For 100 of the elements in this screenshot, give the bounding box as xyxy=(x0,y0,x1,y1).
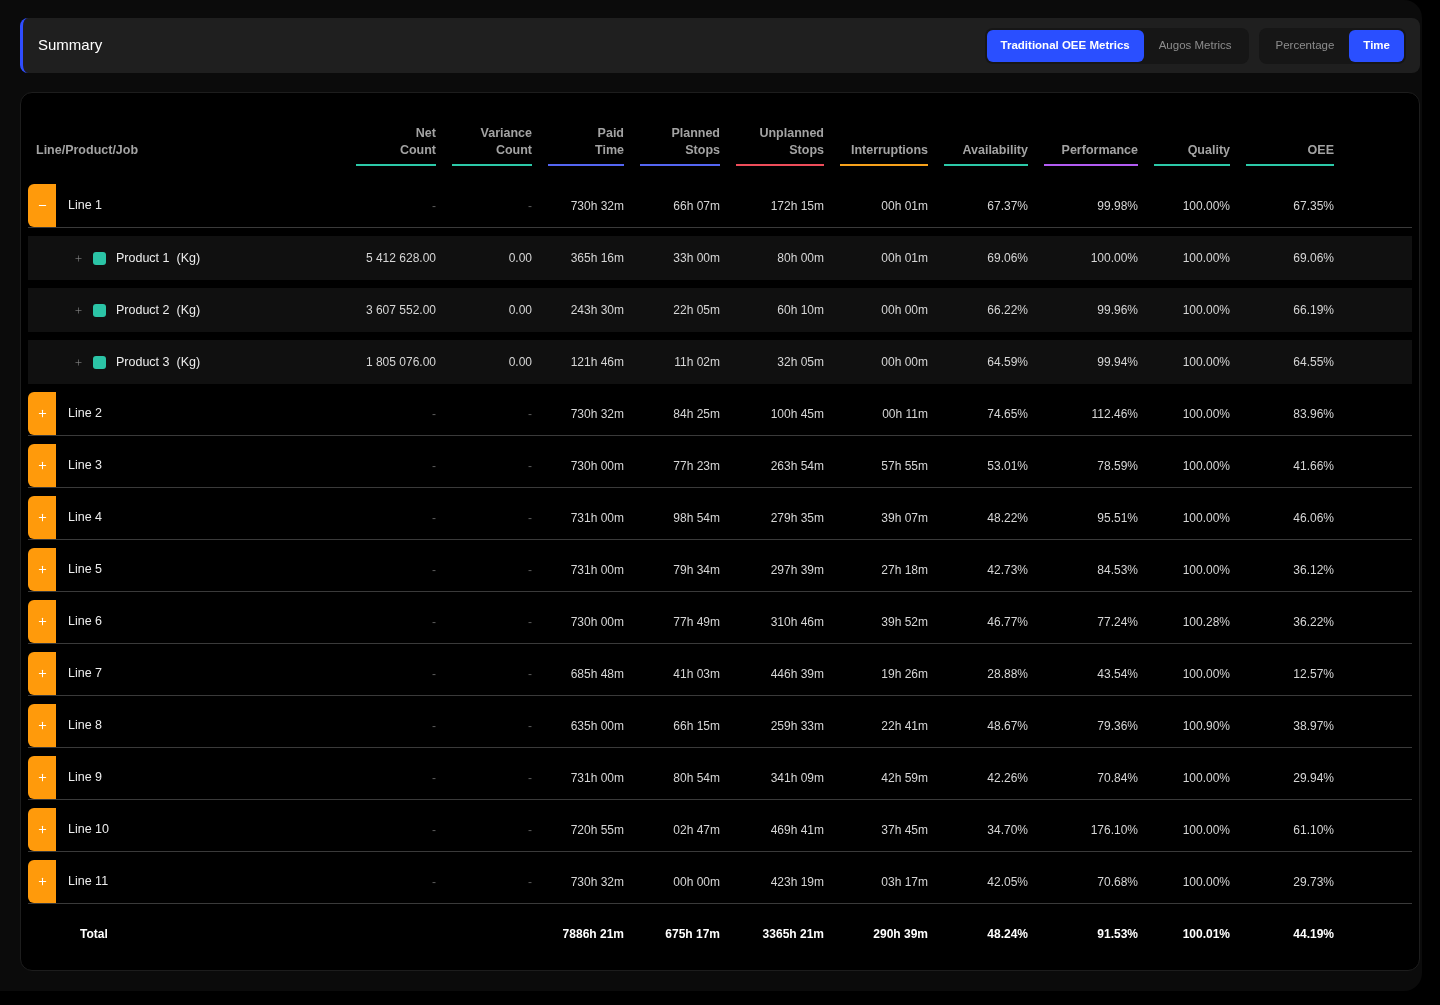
table-cell-text: 00h 00m xyxy=(880,302,928,319)
expand-toggle[interactable] xyxy=(28,756,56,799)
table-cell-text: 176.10% xyxy=(1089,821,1138,839)
table-cell-text: 100.00% xyxy=(1181,561,1230,579)
table-cell-text: - xyxy=(527,821,532,839)
segment-tab[interactable]: Percentage xyxy=(1260,29,1350,62)
table-cell-text: 100h 45m xyxy=(769,405,824,423)
table-cell-text: 1 805 076.00 xyxy=(364,354,436,371)
swatch-icon xyxy=(93,303,106,317)
line-name: Line 11 xyxy=(68,873,109,891)
table-cell-text: 7886h 21m xyxy=(561,926,624,943)
expand-toggle[interactable] xyxy=(28,652,56,695)
expand-toggle[interactable] xyxy=(73,357,83,367)
table-cell-text: 3365h 21m xyxy=(761,926,824,943)
segment-tab[interactable]: Augos Metrics xyxy=(1143,29,1247,62)
table-cell-text: 100.00% xyxy=(1181,354,1230,371)
table-cell-text: 27h 18m xyxy=(880,561,928,579)
plus-icon xyxy=(36,876,48,887)
column-header: Performance xyxy=(1061,142,1138,159)
expand-toggle[interactable] xyxy=(28,496,56,539)
table-cell-text: 61.10% xyxy=(1292,821,1334,839)
table-cell-text: - xyxy=(527,873,532,891)
plus-icon xyxy=(36,512,48,523)
table-cell-text: 69.06% xyxy=(986,250,1028,267)
table-cell-text: 731h 00m xyxy=(569,769,624,787)
table-cell-text: 37h 45m xyxy=(880,821,928,839)
table-cell-text: 42.26% xyxy=(986,769,1028,787)
table-cell-text: 53.01% xyxy=(986,457,1028,475)
table-cell-text: 80h 00m xyxy=(776,250,824,267)
expand-toggle[interactable] xyxy=(28,704,56,747)
expand-toggle[interactable] xyxy=(28,392,56,435)
expand-toggle[interactable] xyxy=(28,600,56,643)
swatch-icon xyxy=(93,251,106,265)
plus-icon xyxy=(36,668,48,679)
table-cell-text: 100.00% xyxy=(1181,665,1230,683)
table-cell-text: 38.97% xyxy=(1292,717,1334,735)
product-name: Product 1 xyxy=(116,249,170,267)
line-name: Line 4 xyxy=(68,509,103,527)
table-cell-text: 0.00 xyxy=(507,302,532,319)
table-cell-text: 74.65% xyxy=(986,405,1028,423)
table-cell-text: 720h 55m xyxy=(569,821,624,839)
table-cell-text: 33h 00m xyxy=(672,250,720,267)
table-cell-text: 03h 17m xyxy=(880,873,928,891)
table-cell-text: 29.94% xyxy=(1292,769,1334,787)
segment-tab[interactable]: Time xyxy=(1349,29,1404,62)
table-cell-text: 60h 10m xyxy=(776,302,824,319)
table-cell-text: 02h 47m xyxy=(672,821,720,839)
table-cell-text: - xyxy=(527,405,532,423)
table-cell-text: 46.06% xyxy=(1292,509,1334,527)
table-cell-text: 00h 11m xyxy=(881,405,928,423)
table-cell-text: - xyxy=(431,561,436,579)
table-cell-text: 100.00% xyxy=(1089,250,1138,267)
table-cell-text: 100.00% xyxy=(1181,769,1230,787)
table-cell-text: - xyxy=(431,665,436,683)
expand-toggle[interactable] xyxy=(28,860,56,903)
table-cell-text: 39h 52m xyxy=(880,613,928,631)
expand-toggle[interactable] xyxy=(28,444,56,487)
column-header: Planned Stops xyxy=(671,125,720,159)
plus-icon xyxy=(36,408,48,419)
expand-toggle[interactable] xyxy=(73,305,83,315)
table-cell-text: - xyxy=(527,561,532,579)
table-cell-text: - xyxy=(431,717,436,735)
table-cell-text: 121h 46m xyxy=(569,354,624,371)
column-header: Interruptions xyxy=(850,142,928,159)
table-cell-text: - xyxy=(527,769,532,787)
table-cell-text: 44.19% xyxy=(1292,926,1334,943)
page-title: Summary xyxy=(38,35,103,56)
table-cell-text: - xyxy=(527,717,532,735)
plus-icon xyxy=(73,253,83,263)
table-cell-text: 70.68% xyxy=(1096,873,1138,891)
unit-label: (Kg) xyxy=(176,301,201,319)
expand-toggle[interactable] xyxy=(73,253,83,263)
table-cell-text: - xyxy=(431,457,436,475)
column-header: Paid Time xyxy=(595,125,624,159)
table-cell-text: 48.22% xyxy=(986,509,1028,527)
table-cell-text: 172h 15m xyxy=(769,197,824,215)
table-cell-text: 66.19% xyxy=(1292,302,1334,319)
segment-tab[interactable]: Traditional OEE Metrics xyxy=(986,29,1144,62)
table-cell-text: 70.84% xyxy=(1096,769,1138,787)
plus-icon xyxy=(36,616,48,627)
table-cell-text: 22h 41m xyxy=(880,717,928,735)
table-cell-text: - xyxy=(527,197,532,215)
table-cell-text: 290h 39m xyxy=(872,926,928,943)
expand-toggle[interactable] xyxy=(28,548,56,591)
table-cell-text: 685h 48m xyxy=(569,665,624,683)
table-cell-text: 32h 05m xyxy=(776,354,824,371)
plus-icon xyxy=(36,460,48,471)
table-cell-text: 730h 32m xyxy=(569,873,624,891)
table-cell-text: 731h 00m xyxy=(569,509,624,527)
expand-toggle[interactable] xyxy=(28,184,56,227)
table-cell-text: 64.55% xyxy=(1292,354,1334,371)
column-header: Line/Product/Job xyxy=(35,142,140,159)
table-cell-text: 66h 07m xyxy=(672,197,720,215)
table-cell-text: 0.00 xyxy=(507,250,532,267)
table-cell-text: 84h 25m xyxy=(672,405,720,423)
table-cell-text: 100.00% xyxy=(1181,250,1230,267)
line-name: Line 3 xyxy=(68,457,103,475)
table-cell-text: 675h 17m xyxy=(664,926,720,943)
expand-toggle[interactable] xyxy=(28,808,56,851)
table-cell-text: 66h 15m xyxy=(672,717,720,735)
